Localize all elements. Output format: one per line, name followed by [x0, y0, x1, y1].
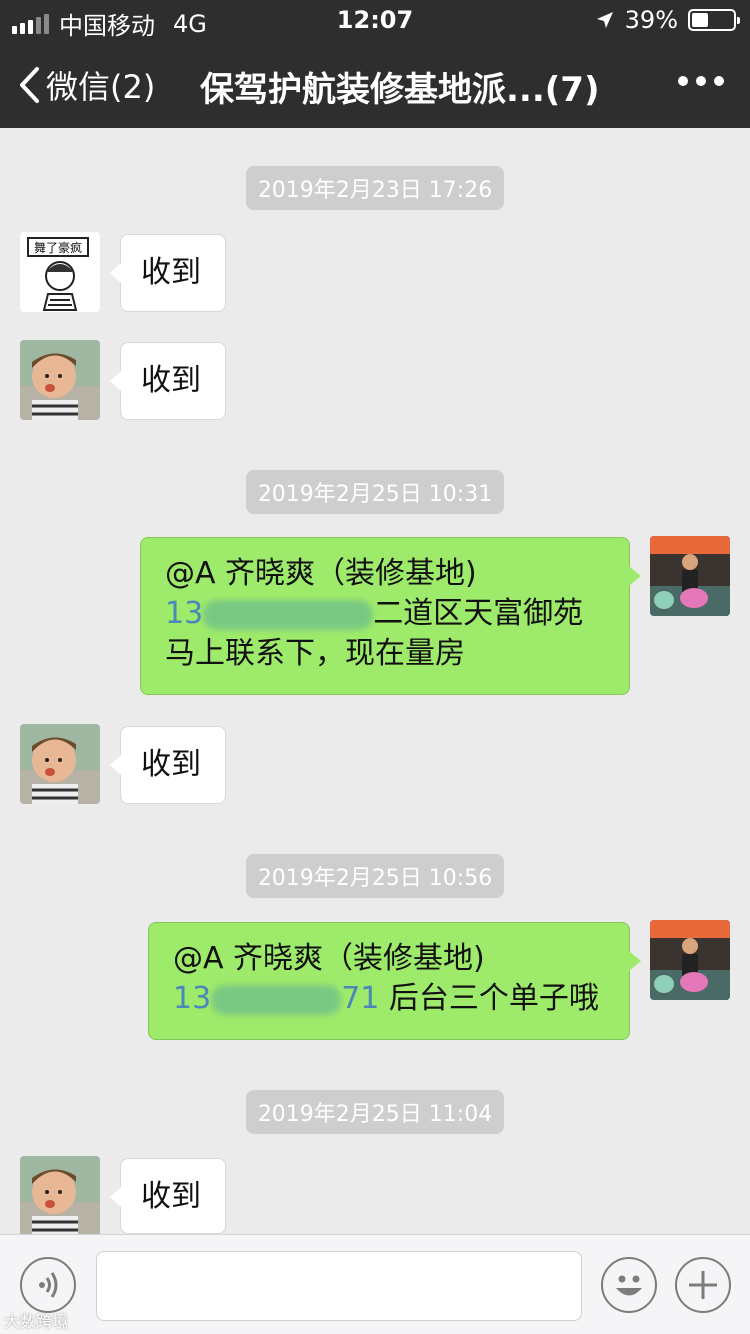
- message-line: 13 二道区天富御苑: [165, 594, 605, 634]
- plus-icon: [689, 1271, 717, 1299]
- message-line: 13 71 后台三个单子哦: [173, 979, 605, 1019]
- avatar[interactable]: [650, 536, 730, 616]
- avatar[interactable]: [20, 340, 100, 420]
- nav-bar: 微信(2) 保驾护航装修基地派...(7): [0, 40, 750, 128]
- chevron-left-icon: [20, 67, 39, 103]
- message-bubble[interactable]: 收到: [110, 234, 226, 312]
- phone-number[interactable]: 13: [165, 596, 203, 631]
- avatar[interactable]: [20, 1156, 100, 1236]
- voice-button[interactable]: [20, 1257, 76, 1313]
- battery-icon: [688, 9, 740, 31]
- status-right: 39%: [595, 6, 740, 34]
- emoji-button[interactable]: [601, 1257, 657, 1313]
- timestamp: 2019年2月25日 10:56: [0, 854, 750, 898]
- more-actions-button[interactable]: [675, 1257, 731, 1313]
- timestamp: 2019年2月25日 10:31: [0, 470, 750, 514]
- voice-icon: [39, 1272, 58, 1298]
- message-bubble[interactable]: 收到: [110, 726, 226, 804]
- more-dot: [714, 76, 724, 86]
- location-arrow-icon: [596, 12, 613, 28]
- message-bubble[interactable]: 收到: [110, 1158, 226, 1234]
- message-text: 后台三个单子哦: [388, 981, 599, 1016]
- more-dot: [678, 76, 688, 86]
- status-bar: 中国移动 4G 12:07 39%: [0, 0, 750, 40]
- timestamp: 2019年2月23日 17:26: [0, 166, 750, 210]
- avatar[interactable]: 舞了豪疯: [20, 232, 100, 312]
- message-line: @A 齐晓爽（装修基地): [165, 556, 477, 591]
- more-button[interactable]: [678, 76, 724, 86]
- message-line: @A 齐晓爽（装修基地): [173, 941, 485, 976]
- message-text: 二道区天富御苑: [373, 596, 584, 631]
- phone-number[interactable]: 13: [173, 981, 211, 1016]
- message-bubble[interactable]: @A 齐晓爽（装修基地) 13 71 后台三个单子哦: [148, 922, 641, 1040]
- back-label: 微信(2): [46, 68, 156, 106]
- avatar[interactable]: [20, 724, 100, 804]
- message-bubble[interactable]: 收到: [110, 342, 226, 420]
- message-bubble[interactable]: @A 齐晓爽（装修基地) 13 二道区天富御苑 马上联系下，现在量房: [140, 537, 641, 695]
- phone-number[interactable]: 71: [341, 981, 379, 1016]
- avatar[interactable]: [650, 920, 730, 1000]
- chat-title: 保驾护航装修基地派...(7): [200, 70, 600, 110]
- redaction-blur: [203, 599, 374, 630]
- chat-area[interactable]: 2019年2月23日 17:26 舞了豪疯 收到 收到 2019年2月25日 1…: [0, 128, 750, 1236]
- svg-text:舞了豪疯: 舞了豪疯: [34, 240, 82, 255]
- watermark: 大数跨境: [4, 1312, 69, 1331]
- back-button[interactable]: 微信(2): [18, 62, 155, 108]
- more-dot: [696, 76, 706, 86]
- input-bar: [0, 1234, 750, 1334]
- emoji-icon: [616, 1275, 642, 1296]
- timestamp: 2019年2月25日 11:04: [0, 1090, 750, 1134]
- redaction-blur: [211, 984, 342, 1015]
- message-line: 马上联系下，现在量房: [165, 636, 465, 671]
- battery-percent: 39%: [624, 6, 678, 34]
- message-input[interactable]: [96, 1251, 582, 1321]
